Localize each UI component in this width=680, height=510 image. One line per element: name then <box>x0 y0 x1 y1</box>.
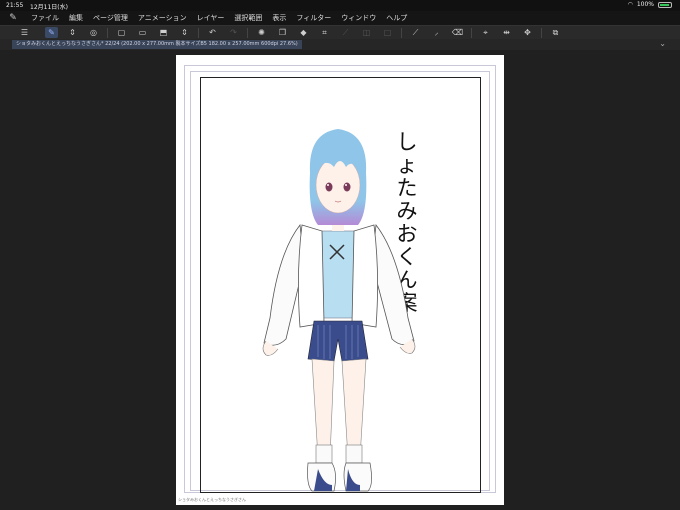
transform-icon[interactable]: ⟋ <box>339 27 352 38</box>
menu-file[interactable]: ファイル <box>26 13 64 23</box>
menu-help[interactable]: ヘルプ <box>381 13 412 23</box>
record-icon[interactable]: ◎ <box>87 27 100 38</box>
document-tab[interactable]: ショタみおくんとえっちなうさぎさん* 22/24 (202.00 x 277.0… <box>12 40 302 49</box>
chevron-updown-icon-2[interactable]: ⇕ <box>178 27 191 38</box>
select-icon[interactable]: ⌖ <box>479 27 492 38</box>
copy-icon[interactable]: ❐ <box>276 27 289 38</box>
menu-page[interactable]: ページ管理 <box>88 13 133 23</box>
toolbar-divider <box>198 27 199 38</box>
redo-icon[interactable]: ↷ <box>227 27 240 38</box>
command-toolbar: ☰ ✎ ⇕ ◎ ▢ ▭ ⬒ ⇕ ↶ ↷ ✺ ❐ ◆ ⌗ ⟋ ◫ □ ⟋ ⸝ ⌫ … <box>0 25 680 39</box>
ruler-pen-icon[interactable]: ⟋ <box>409 27 422 38</box>
status-right: ◠ 100% <box>628 1 672 8</box>
character-sketch <box>262 129 416 492</box>
square-icon[interactable]: □ <box>381 27 394 38</box>
menu-bar: ✎ ファイル 編集 ページ管理 アニメーション レイヤー 選択範囲 表示 フィル… <box>0 11 680 25</box>
brush-icon[interactable]: ⸝ <box>430 27 443 38</box>
menu-edit[interactable]: 編集 <box>64 13 88 23</box>
drawing-canvas[interactable]: しょたみおくん案 ショタみおくんとえっちなうさぎさん <box>176 55 504 505</box>
hamburger-menu-icon[interactable]: ☰ <box>18 27 31 38</box>
menu-animation[interactable]: アニメーション <box>133 13 192 23</box>
menu-layer[interactable]: レイヤー <box>192 13 230 23</box>
open-folder-icon[interactable]: ▭ <box>136 27 149 38</box>
toolbar-divider <box>541 27 542 38</box>
toolbar-divider <box>247 27 248 38</box>
document-tab-bar: ショタみおくんとえっちなうさぎさん* 22/24 (202.00 x 277.0… <box>0 39 680 50</box>
new-page-icon[interactable]: ▢ <box>115 27 128 38</box>
menu-view[interactable]: 表示 <box>267 13 291 23</box>
pen-tool-icon[interactable]: ✎ <box>45 27 58 38</box>
flip-horizontal-icon[interactable]: ⇹ <box>500 27 513 38</box>
status-bar: 21:55 12月11日(水) ◠ 100% <box>0 0 680 11</box>
chevron-down-icon[interactable]: ⌄ <box>659 39 666 48</box>
status-date: 12月11日(水) <box>30 4 68 11</box>
move-icon[interactable]: ✥ <box>521 27 534 38</box>
menu-window[interactable]: ウィンドウ <box>336 13 381 23</box>
wifi-icon: ◠ <box>627 1 633 8</box>
battery-icon <box>658 1 672 8</box>
chevron-updown-icon[interactable]: ⇕ <box>66 27 79 38</box>
save-icon[interactable]: ⬒ <box>157 27 170 38</box>
toolbar-divider <box>401 27 402 38</box>
battery-label: 100% <box>636 1 654 8</box>
app-logo-icon[interactable]: ✎ <box>6 11 20 25</box>
undo-icon[interactable]: ↶ <box>206 27 219 38</box>
loading-icon[interactable]: ✺ <box>255 27 268 38</box>
toolbar-divider <box>107 27 108 38</box>
page-footer-note: ショタみおくんとえっちなうさぎさん <box>178 497 246 502</box>
gradient-icon[interactable]: ◫ <box>360 27 373 38</box>
status-time: 21:55 <box>6 2 24 9</box>
menu-filter[interactable]: フィルター <box>291 13 336 23</box>
layer-edit-icon[interactable]: ⧉ <box>549 27 562 38</box>
menu-selection[interactable]: 選択範囲 <box>229 13 267 23</box>
toolbar-divider <box>471 27 472 38</box>
crop-icon[interactable]: ⌗ <box>318 27 331 38</box>
fill-icon[interactable]: ◆ <box>297 27 310 38</box>
eraser-icon[interactable]: ⌫ <box>451 27 464 38</box>
canvas-area[interactable]: しょたみおくん案 ショタみおくんとえっちなうさぎさん <box>0 50 680 510</box>
